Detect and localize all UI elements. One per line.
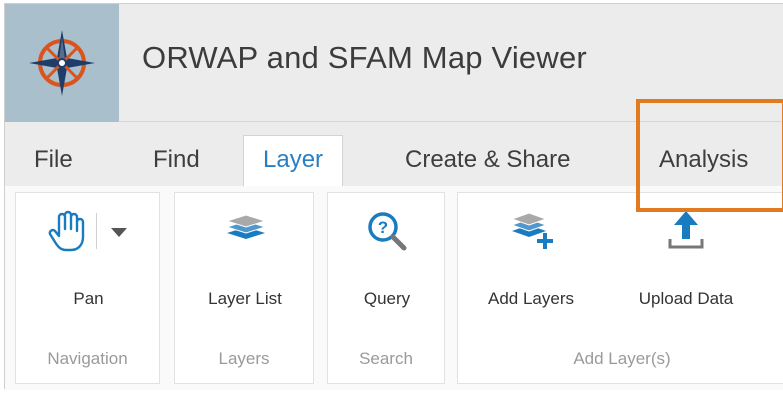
app-logo[interactable] — [5, 4, 119, 122]
group-label-search: Search — [359, 349, 413, 368]
upload-data-button[interactable]: Upload Data — [614, 193, 758, 333]
caret-down-icon[interactable] — [109, 226, 129, 238]
group-label-layers: Layers — [218, 349, 270, 368]
tab-layer[interactable]: Layer — [243, 135, 344, 187]
tab-file[interactable]: File — [34, 136, 73, 186]
add-layers-button[interactable]: Add Layers — [458, 193, 604, 333]
analysis-highlight-box — [636, 99, 783, 212]
hand-icon — [48, 210, 85, 252]
ribbon-panel: Pan Navigation Layer List Layers ? Query… — [5, 186, 783, 390]
add-layers-icon — [510, 213, 553, 249]
pan-separator — [96, 213, 97, 249]
layers-icon — [225, 214, 267, 239]
svg-text:?: ? — [378, 218, 388, 237]
ribbon-group-navigation: Pan Navigation — [15, 192, 160, 384]
ribbon-group-search: ? Query Search — [327, 192, 445, 384]
query-label: Query — [363, 289, 411, 308]
compass-rose-icon — [29, 30, 95, 96]
tab-find[interactable]: Find — [153, 136, 200, 186]
group-label-add-layers: Add Layer(s) — [573, 349, 671, 368]
add-layers-label: Add Layers — [488, 289, 574, 308]
pan-button[interactable]: Pan — [16, 193, 161, 333]
app-title: ORWAP and SFAM Map Viewer — [142, 40, 587, 75]
ribbon-group-layers: Layer List Layers — [174, 192, 314, 384]
pan-label: Pan — [73, 289, 104, 308]
layer-list-button[interactable]: Layer List — [175, 193, 315, 333]
magnifier-question-icon: ? — [368, 212, 407, 251]
group-label-navigation: Navigation — [47, 349, 128, 368]
upload-icon — [668, 211, 704, 249]
tab-create-share[interactable]: Create & Share — [405, 136, 570, 186]
layer-list-label: Layer List — [208, 289, 282, 308]
query-button[interactable]: ? Query — [328, 193, 446, 333]
upload-data-label: Upload Data — [638, 289, 734, 308]
ribbon-group-add-layers: Add Layers Upload Data Add Layer(s) — [457, 192, 783, 384]
